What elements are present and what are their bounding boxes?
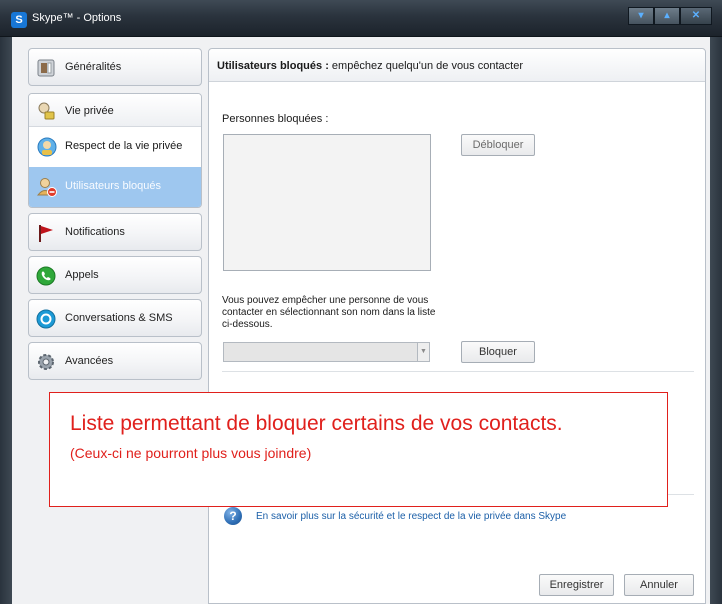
- blocked-users-icon: [36, 176, 58, 198]
- panel-title-bold: Utilisateurs bloqués :: [217, 60, 329, 72]
- block-button[interactable]: Bloquer: [461, 341, 535, 363]
- sidebar-item-label: Vie privée: [65, 105, 114, 117]
- contact-select[interactable]: ▼: [223, 342, 430, 362]
- chat-icon: [36, 309, 56, 329]
- privacy-group: Vie privée Respect de la vie privée Util…: [28, 93, 202, 208]
- divider: [222, 371, 694, 372]
- skype-logo-icon: S: [11, 12, 27, 28]
- chevron-down-icon[interactable]: ▼: [417, 343, 429, 361]
- save-button[interactable]: Enregistrer: [539, 574, 614, 596]
- general-icon: [36, 58, 56, 78]
- panel-title-description: empêchez quelqu'un de vous contacter: [328, 60, 523, 72]
- sidebar-item-advanced[interactable]: Avancées: [28, 342, 202, 380]
- sidebar-item-blocked-users[interactable]: Utilisateurs bloqués: [29, 167, 201, 207]
- window-title: Skype™ - Options: [32, 12, 122, 24]
- blocked-users-panel: Utilisateurs bloqués : empêchez quelqu'u…: [208, 48, 706, 604]
- sidebar-item-general[interactable]: Généralités: [28, 48, 202, 86]
- cancel-button[interactable]: Annuler: [624, 574, 694, 596]
- annotation-callout: Liste permettant de bloquer certains de …: [49, 392, 668, 507]
- window-frame-right: [710, 37, 722, 604]
- close-button[interactable]: ✕: [680, 7, 712, 25]
- sidebar-item-notifications[interactable]: Notifications: [28, 213, 202, 251]
- annotation-title: Liste permettant de bloquer certains de …: [70, 412, 563, 435]
- window-frame-left: [0, 37, 12, 604]
- sidebar-item-label: Utilisateurs bloqués: [65, 180, 161, 192]
- sidebar-item-label: Conversations & SMS: [65, 312, 173, 324]
- annotation-subtitle: (Ceux-ci ne pourront plus vous joindre): [70, 445, 312, 461]
- sidebar-item-conversations[interactable]: Conversations & SMS: [28, 299, 202, 337]
- privacy-help-link[interactable]: En savoir plus sur la sécurité et le res…: [256, 511, 566, 522]
- panel-header: Utilisateurs bloqués : empêchez quelqu'u…: [209, 49, 705, 82]
- sidebar-item-privacy-settings[interactable]: Respect de la vie privée: [29, 127, 201, 167]
- maximize-button[interactable]: ▴: [654, 7, 680, 25]
- phone-icon: [36, 266, 56, 286]
- unblock-button[interactable]: Débloquer: [461, 134, 535, 156]
- options-window: S Skype™ - Options ▾ ▴ ✕ Généralités Vie…: [0, 0, 722, 604]
- block-description: Vous pouvez empêcher une personne de vou…: [222, 295, 436, 330]
- sidebar-item-label: Généralités: [65, 61, 122, 73]
- panel-title: Utilisateurs bloqués : empêchez quelqu'u…: [217, 60, 523, 72]
- options-content: Généralités Vie privée Respect de la vie…: [12, 37, 710, 604]
- blocked-people-label: Personnes bloquées :: [222, 113, 329, 125]
- privacy-icon: [36, 101, 56, 121]
- sidebar-item-label: Notifications: [65, 226, 125, 238]
- title-bar[interactable]: S Skype™ - Options ▾ ▴ ✕: [0, 0, 722, 37]
- sidebar-item-label: Avancées: [65, 355, 114, 367]
- window-controls: ▾ ▴ ✕: [628, 7, 712, 25]
- minimize-button[interactable]: ▾: [628, 7, 654, 25]
- sidebar-item-label: Appels: [65, 269, 99, 281]
- sidebar-item-label: Respect de la vie privée: [65, 140, 183, 152]
- privacy-settings-icon: [36, 136, 58, 158]
- flag-icon: [36, 223, 56, 243]
- blocked-people-list[interactable]: [223, 134, 431, 271]
- sidebar-item-calls[interactable]: Appels: [28, 256, 202, 294]
- sidebar-item-privacy[interactable]: Vie privée: [29, 94, 201, 127]
- gear-icon: [36, 352, 56, 372]
- help-icon[interactable]: ?: [224, 507, 242, 525]
